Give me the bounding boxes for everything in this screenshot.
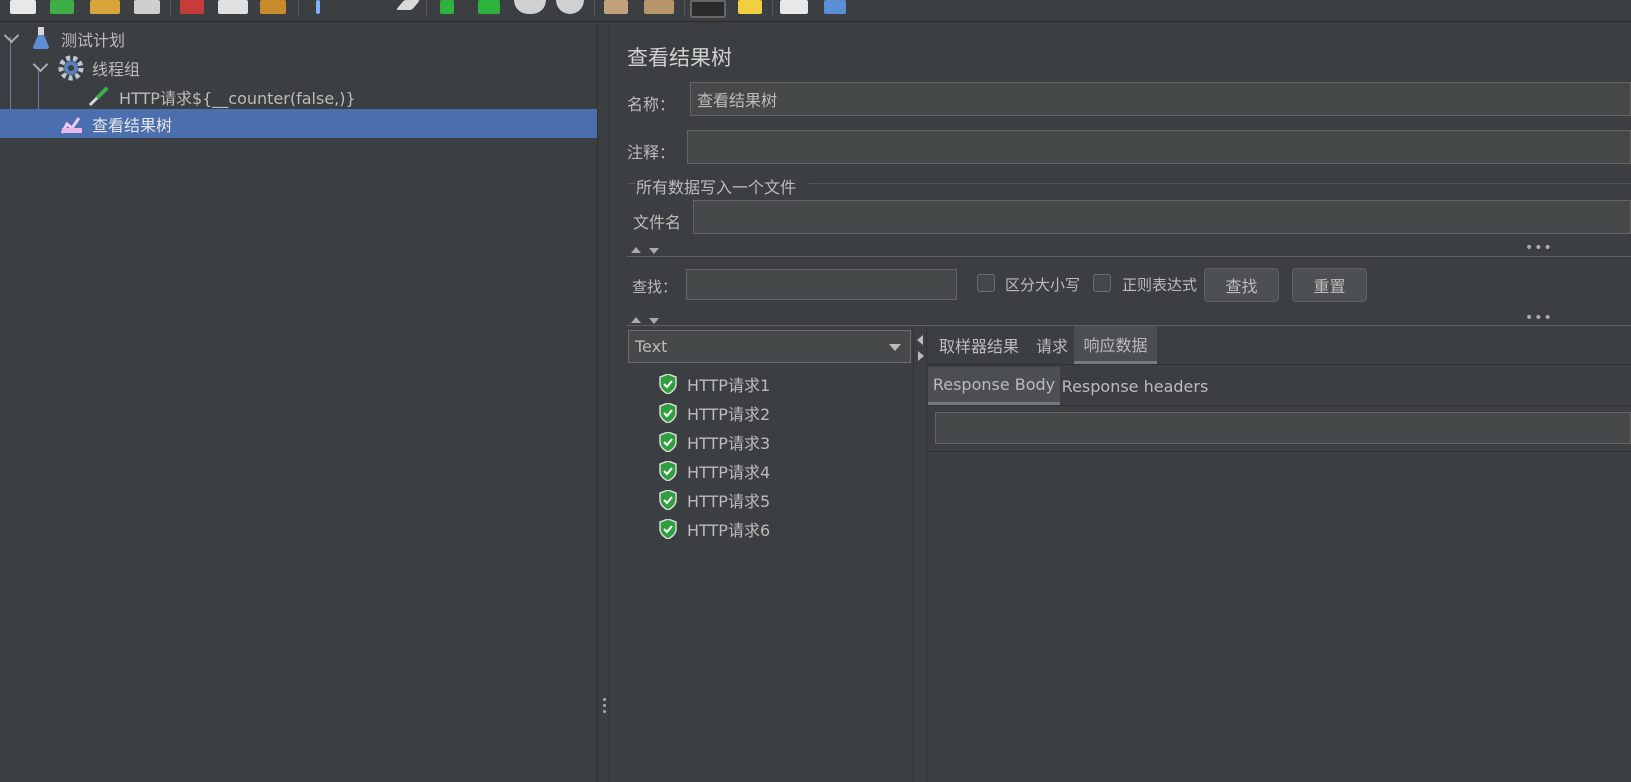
tree-item-view-results-tree[interactable]: 查看结果树	[0, 109, 597, 138]
clear-icon[interactable]	[604, 0, 628, 14]
shutdown-icon[interactable]	[556, 0, 584, 14]
cut-icon[interactable]	[180, 0, 204, 14]
panel-splitter[interactable]	[597, 23, 610, 782]
paste-icon[interactable]	[260, 0, 286, 14]
save-icon[interactable]	[134, 0, 160, 14]
stop-icon[interactable]	[514, 0, 546, 14]
result-item[interactable]: HTTP请求4	[659, 456, 770, 485]
response-search-input[interactable]	[935, 412, 1631, 444]
tab-response-data[interactable]: 响应数据	[1074, 326, 1157, 364]
more-icon[interactable]: •••	[1525, 241, 1553, 255]
result-item[interactable]: HTTP请求1	[659, 369, 770, 398]
tree-item-label: 线程组	[92, 59, 141, 79]
result-label: HTTP请求1	[687, 375, 771, 395]
success-shield-icon	[659, 460, 677, 481]
gear-icon	[58, 55, 84, 81]
renderer-select[interactable]: Text	[628, 330, 911, 363]
tree-item-label: HTTP请求${__counter(false,)}	[119, 88, 356, 108]
find-button[interactable]: 查找	[1204, 268, 1279, 302]
more-icon[interactable]: •••	[1525, 311, 1553, 325]
tree-item-test-plan[interactable]: 测试计划	[0, 24, 597, 53]
open-icon[interactable]	[90, 0, 120, 14]
result-item[interactable]: HTTP请求2	[659, 398, 770, 427]
expand-right-icon[interactable]	[918, 351, 924, 361]
page-title: 查看结果树	[627, 46, 732, 70]
file-group-label: 所有数据写入一个文件	[636, 178, 797, 197]
result-label: HTTP请求4	[687, 462, 771, 482]
templates-icon[interactable]	[50, 0, 74, 14]
renderer-select-value: Text	[635, 337, 668, 356]
toggle-icon[interactable]	[395, 0, 421, 10]
toolbar	[0, 0, 1631, 22]
view-results-tree-editor: 查看结果树 名称： 查看结果树 注释： 所有数据写入一个文件 文件名 ••• 查…	[611, 23, 1631, 782]
subtab-response-headers[interactable]: Response headers	[1060, 367, 1210, 405]
help-icon[interactable]	[824, 0, 846, 14]
flask-icon	[33, 27, 49, 49]
collapse-left-icon[interactable]	[917, 335, 923, 345]
success-shield-icon	[659, 402, 677, 423]
filename-label: 文件名	[633, 213, 682, 232]
test-plan-tree: 测试计划 线程组 HTTP请求${__counter(false,)} 查看结果…	[0, 23, 597, 782]
tree-item-label: 测试计划	[61, 30, 126, 50]
chevron-down-icon[interactable]	[32, 56, 49, 73]
search-input[interactable]	[686, 269, 957, 300]
success-shield-icon	[659, 489, 677, 510]
result-detail-pane: 取样器结果 请求 响应数据 Response Body Response hea…	[928, 326, 1631, 782]
success-shield-icon	[659, 373, 677, 394]
search-icon[interactable]	[690, 0, 726, 18]
tree-item-thread-group[interactable]: 线程组	[0, 53, 597, 82]
start-icon[interactable]	[440, 0, 454, 14]
result-label: HTTP请求5	[687, 491, 771, 511]
chart-icon	[61, 117, 82, 134]
comment-label: 注释：	[627, 143, 676, 162]
copy-icon[interactable]	[218, 0, 248, 14]
collapse-up-icon[interactable]	[631, 247, 641, 253]
results-splitter[interactable]	[914, 326, 927, 782]
tree-item-http-request[interactable]: HTTP请求${__counter(false,)}	[0, 82, 597, 111]
result-item[interactable]: HTTP请求5	[659, 485, 770, 514]
expand-icon[interactable]	[316, 0, 320, 14]
name-label: 名称：	[627, 95, 676, 114]
regex-checkbox[interactable]	[1093, 274, 1111, 292]
start-no-pause-icon[interactable]	[478, 0, 500, 14]
chevron-down-icon[interactable]	[3, 27, 20, 44]
reset-button[interactable]: 重置	[1292, 268, 1367, 302]
expand-down-icon[interactable]	[649, 318, 659, 324]
regex-label: 正则表达式	[1122, 276, 1198, 294]
result-item[interactable]: HTTP请求3	[659, 427, 770, 456]
subtab-response-body[interactable]: Response Body	[928, 367, 1060, 405]
chevron-down-icon	[889, 344, 901, 351]
reset-search-icon[interactable]	[738, 0, 762, 14]
tab-sampler-result[interactable]: 取样器结果	[928, 326, 1030, 364]
success-shield-icon	[659, 431, 677, 452]
function-helper-icon[interactable]	[780, 0, 808, 14]
tree-item-label: 查看结果树	[92, 115, 173, 135]
pipette-icon	[88, 86, 109, 107]
search-label: 查找：	[632, 278, 678, 296]
case-sensitive-label: 区分大小写	[1005, 276, 1081, 294]
tab-request[interactable]: 请求	[1030, 326, 1074, 364]
comment-input[interactable]	[687, 130, 1631, 164]
name-input[interactable]: 查看结果树	[690, 82, 1631, 116]
success-shield-icon	[659, 518, 677, 539]
result-item[interactable]: HTTP请求6	[659, 514, 770, 543]
results-list-pane: Text HTTP请求1 HTTP请求2 HTTP请求3 HTTP请求4 HTT…	[627, 326, 914, 782]
case-sensitive-checkbox[interactable]	[977, 274, 995, 292]
filename-input[interactable]	[693, 200, 1631, 234]
new-icon[interactable]	[10, 0, 36, 14]
expand-down-icon[interactable]	[649, 248, 659, 254]
collapse-up-icon[interactable]	[631, 317, 641, 323]
clear-all-icon[interactable]	[644, 0, 674, 14]
result-label: HTTP请求6	[687, 520, 771, 540]
result-label: HTTP请求2	[687, 404, 771, 424]
result-label: HTTP请求3	[687, 433, 771, 453]
